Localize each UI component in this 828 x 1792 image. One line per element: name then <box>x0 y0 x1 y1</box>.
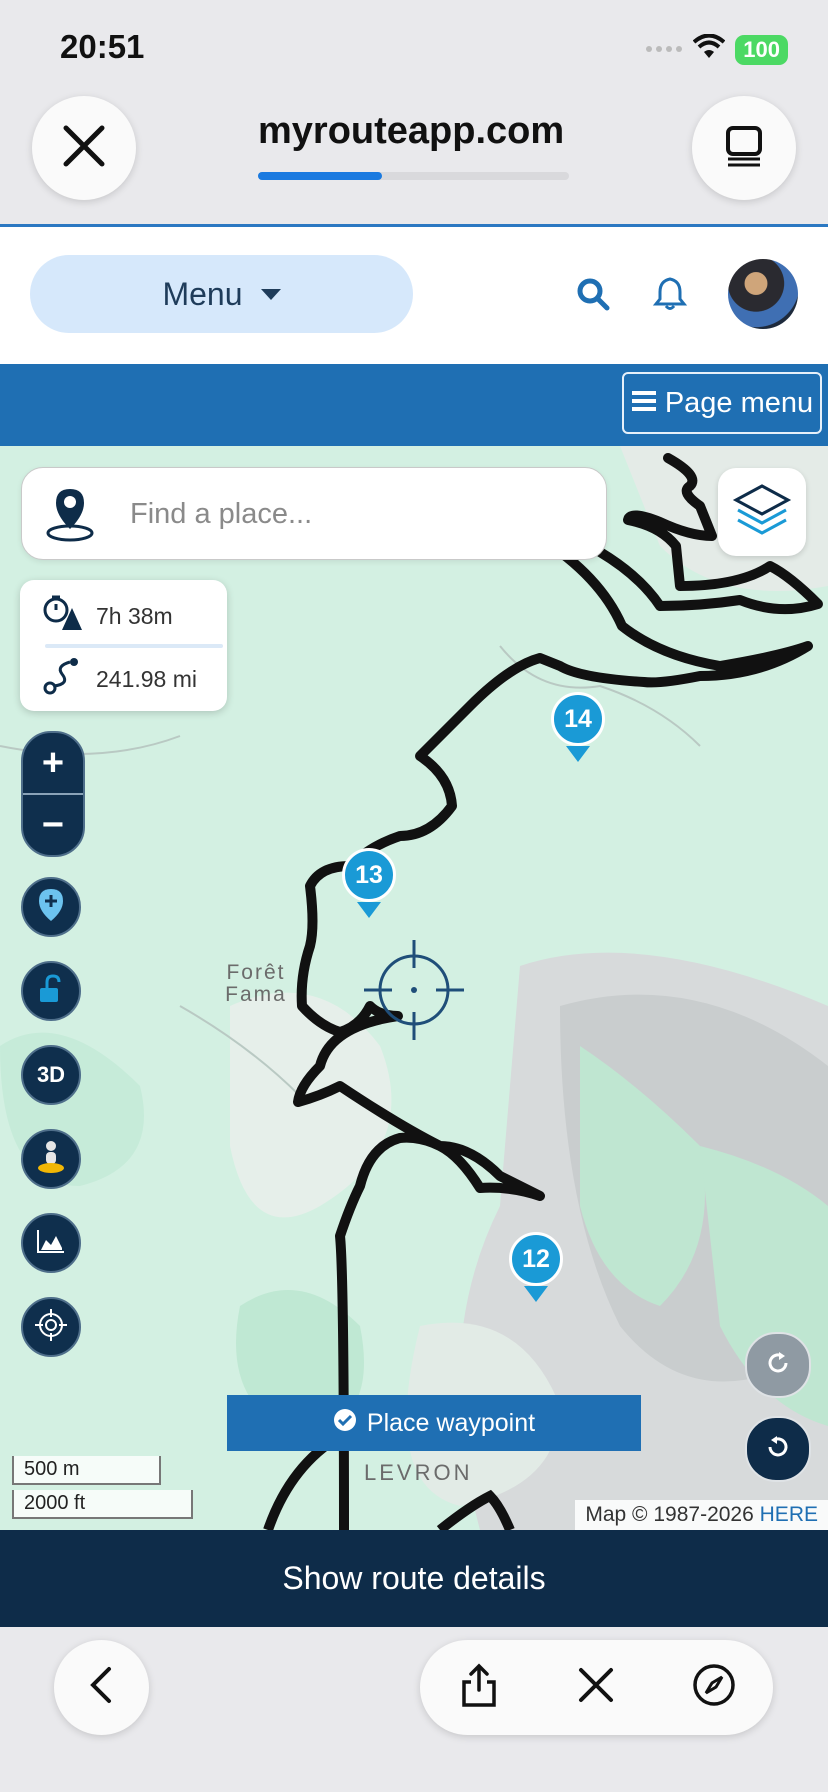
zoom-out-button[interactable]: − <box>23 795 83 855</box>
route-distance-icon <box>42 656 84 702</box>
add-waypoint-button[interactable] <box>21 877 81 937</box>
avatar[interactable] <box>728 259 798 329</box>
unlock-icon <box>37 973 65 1009</box>
route-stats-card: 7h 38m 241.98 mi <box>20 580 227 711</box>
show-route-details-button[interactable]: Show route details <box>0 1530 828 1627</box>
close-tab-button[interactable] <box>32 96 136 200</box>
map-layers-button[interactable] <box>718 468 806 556</box>
pegman-icon <box>35 1140 67 1179</box>
load-progress-fill <box>258 172 382 180</box>
pin-plus-icon <box>36 887 66 928</box>
chevron-down-icon <box>260 288 281 300</box>
hamburger-icon <box>631 387 657 420</box>
chart-icon <box>36 1228 66 1259</box>
duration-row: 7h 38m <box>42 594 173 638</box>
zoom-control: + − <box>21 731 85 857</box>
cellular-signal-icon <box>645 41 683 59</box>
locate-me-button[interactable] <box>21 1297 81 1357</box>
waypoint-number: 13 <box>342 848 396 902</box>
search-icon[interactable] <box>576 277 610 316</box>
search-input[interactable] <box>128 488 582 540</box>
unlock-button[interactable] <box>21 961 81 1021</box>
tabs-button[interactable] <box>692 96 796 200</box>
map-attribution: Map © 1987-2026 HERE <box>575 1500 828 1530</box>
page-menu-button[interactable]: Page menu <box>622 372 822 434</box>
location-pin-icon <box>44 485 96 548</box>
waypoint-marker[interactable]: 14 <box>551 692 605 762</box>
open-in-browser-button[interactable] <box>674 1648 754 1728</box>
stopwatch-icon <box>42 594 84 638</box>
scale-imperial: 2000 ft <box>12 1490 193 1519</box>
waypoint-marker[interactable]: 12 <box>509 1232 563 1302</box>
route-details-label: Show route details <box>282 1560 546 1596</box>
distance-value: 241.98 mi <box>96 665 198 692</box>
street-view-button[interactable] <box>21 1129 81 1189</box>
wifi-icon <box>692 33 726 65</box>
marker-tip <box>566 746 590 762</box>
scale-metric: 500 m <box>12 1456 161 1485</box>
map-town-label: LEVRON <box>364 1460 473 1485</box>
close-icon <box>62 124 106 173</box>
3d-toggle-button[interactable]: 3D <box>21 1045 81 1105</box>
marker-tip <box>357 902 381 918</box>
close-icon <box>578 1667 614 1708</box>
3d-label: 3D <box>36 1062 66 1087</box>
tabs-icon <box>723 125 765 172</box>
waypoint-number: 14 <box>551 692 605 746</box>
map-place-label: Forêt Fama <box>216 962 296 1006</box>
share-button[interactable] <box>439 1648 519 1728</box>
compass-icon <box>692 1663 736 1712</box>
battery-indicator: 100 <box>735 34 788 65</box>
elevation-profile-button[interactable] <box>21 1213 81 1273</box>
attribution-text: Map © 1987-2026 <box>585 1503 754 1526</box>
zoom-in-button[interactable]: + <box>23 733 83 793</box>
waypoint-number: 12 <box>509 1232 563 1286</box>
chevron-left-icon <box>87 1665 117 1710</box>
crosshair-icon <box>34 1308 68 1347</box>
find-place-search[interactable] <box>21 467 607 560</box>
place-waypoint-button[interactable]: Place waypoint <box>227 1395 641 1451</box>
distance-row: 241.98 mi <box>42 656 197 702</box>
status-icons: 100 <box>645 33 788 65</box>
redo-icon <box>765 1350 791 1381</box>
page-menu-label: Page menu <box>664 386 814 419</box>
duration-value: 7h 38m <box>96 602 173 629</box>
check-circle-icon <box>333 1408 357 1439</box>
status-time: 20:51 <box>60 28 145 65</box>
place-waypoint-label: Place waypoint <box>366 1408 536 1437</box>
stop-loading-button[interactable] <box>556 1648 636 1728</box>
map-label-line: Fama <box>225 983 287 1006</box>
marker-tip <box>524 1286 548 1302</box>
url-label[interactable]: myrouteapp.com <box>258 110 564 153</box>
map-center-crosshair-icon <box>362 938 466 1047</box>
undo-icon <box>765 1434 791 1465</box>
menu-label: Menu <box>162 275 243 312</box>
redo-button[interactable] <box>745 1332 811 1398</box>
undo-button[interactable] <box>745 1416 811 1482</box>
back-button[interactable] <box>54 1640 149 1735</box>
menu-button[interactable]: Menu <box>30 255 413 333</box>
browser-actions <box>420 1640 773 1735</box>
waypoint-marker[interactable]: 13 <box>342 848 396 918</box>
attribution-link[interactable]: HERE <box>760 1503 818 1526</box>
bell-icon[interactable] <box>652 275 688 316</box>
stats-divider <box>45 644 223 648</box>
layers-icon <box>732 480 792 545</box>
map-label-line: Forêt <box>226 961 286 984</box>
share-icon <box>459 1662 499 1713</box>
